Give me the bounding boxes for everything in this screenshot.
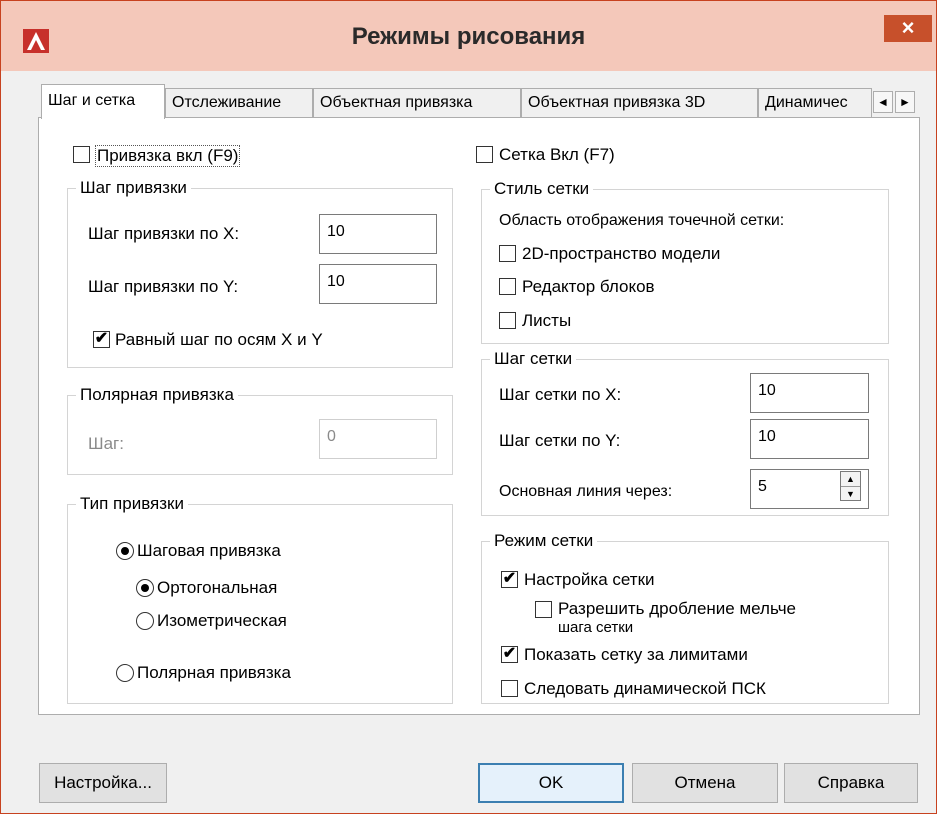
grid-snap-radio[interactable] [116,542,134,560]
snap-x-input[interactable]: 10 [319,214,437,254]
tab-polar-tracking[interactable]: Отслеживание [165,88,313,117]
model-space-checkbox[interactable] [499,245,516,262]
major-line-spinner[interactable]: ▲ ▼ [840,471,861,501]
isometric-snap-label[interactable]: Изометрическая [157,611,287,631]
tab-object-snap[interactable]: Объектная привязка [313,88,521,117]
grid-on-checkbox[interactable] [476,146,493,163]
polar-step-label: Шаг: [88,434,124,453]
grid-behavior-title: Режим сетки [490,531,598,551]
tab-scroll-left-button[interactable]: ◄ [873,91,893,113]
equal-spacing-label[interactable]: Равный шаг по осям X и Y [115,330,323,350]
spin-up-arrow-icon[interactable]: ▲ [841,472,860,487]
polar-spacing-title: Полярная привязка [76,385,238,405]
beyond-limits-checkbox[interactable]: ✔ [501,646,518,663]
adaptive-grid-label[interactable]: Настройка сетки [524,570,655,590]
grid-y-label: Шаг сетки по Y: [499,431,621,450]
beyond-limits-label[interactable]: Показать сетку за лимитами [524,645,748,665]
rectangular-snap-label[interactable]: Ортогональная [157,578,277,598]
snap-type-title: Тип привязки [76,494,188,514]
equal-spacing-checkbox[interactable]: ✔ [93,331,110,348]
grid-behavior-group: Режим сетки ✔ Настройка сетки Разрешить … [481,531,889,704]
polar-step-input[interactable]: 0 [319,419,437,459]
grid-x-label: Шаг сетки по X: [499,385,622,404]
grid-y-input[interactable]: 10 [750,419,869,459]
grid-on-label[interactable]: Сетка Вкл (F7) [499,145,615,165]
isometric-snap-radio[interactable] [136,612,154,630]
snap-on-checkbox[interactable] [73,146,90,163]
snap-x-label: Шаг привязки по X: [88,224,240,243]
sheets-label[interactable]: Листы [522,311,571,331]
grid-spacing-group: Шаг сетки Шаг сетки по X: 10 Шаг сетки п… [481,349,889,516]
adaptive-grid-checkbox[interactable]: ✔ [501,571,518,588]
follow-ucs-label[interactable]: Следовать динамической ПСК [524,679,766,699]
help-button[interactable]: Справка [784,763,918,803]
major-line-label: Основная линия через: [499,483,673,500]
options-button[interactable]: Настройка... [39,763,167,803]
snap-type-group: Тип привязки Шаговая привязка Ортогональ… [67,494,453,704]
block-editor-label[interactable]: Редактор блоков [522,277,655,297]
polar-snap-label[interactable]: Полярная привязка [137,663,291,683]
tab-panel-snap-and-grid: Привязка вкл (F9) Сетка Вкл (F7) Шаг при… [38,117,920,715]
tab-3d-object-snap[interactable]: Объектная привязка 3D [521,88,758,117]
spin-down-arrow-icon[interactable]: ▼ [841,487,860,501]
grid-style-title: Стиль сетки [490,179,594,199]
grid-x-input[interactable]: 10 [750,373,869,413]
snap-spacing-title: Шаг привязки [76,178,191,198]
cancel-button[interactable]: Отмена [632,763,778,803]
window-title: Режимы рисования [351,23,586,50]
snap-y-input[interactable]: 10 [319,264,437,304]
model-space-label[interactable]: 2D-пространство модели [522,244,720,264]
rectangular-snap-radio[interactable] [136,579,154,597]
subdivide-label[interactable]: Разрешить дробление мельче [558,599,796,619]
close-button[interactable]: × [884,15,932,42]
polar-spacing-group: Полярная привязка Шаг: 0 [67,385,453,475]
block-editor-checkbox[interactable] [499,278,516,295]
subdivide-label-line2[interactable]: шага сетки [558,618,633,638]
grid-spacing-title: Шаг сетки [490,349,577,369]
subdivide-checkbox[interactable] [535,601,552,618]
snap-on-label[interactable]: Привязка вкл (F9) [95,145,241,167]
grid-style-caption: Область отображения точечной сетки: [499,212,785,229]
snap-spacing-group: Шаг привязки Шаг привязки по X: 10 Шаг п… [67,178,453,368]
ok-button[interactable]: OK [478,763,624,803]
title-bar[interactable]: Режимы рисования × [1,1,936,71]
tab-dynamic-input[interactable]: Динамичес [758,88,872,117]
follow-ucs-checkbox[interactable] [501,680,518,697]
tab-scroll-right-button[interactable]: ► [895,91,915,113]
grid-style-group: Стиль сетки Область отображения точечной… [481,179,889,344]
grid-snap-label[interactable]: Шаговая привязка [137,541,281,561]
snap-y-label: Шаг привязки по Y: [88,277,239,296]
sheets-checkbox[interactable] [499,312,516,329]
tab-snap-and-grid[interactable]: Шаг и сетка [41,84,165,119]
polar-snap-radio[interactable] [116,664,134,682]
